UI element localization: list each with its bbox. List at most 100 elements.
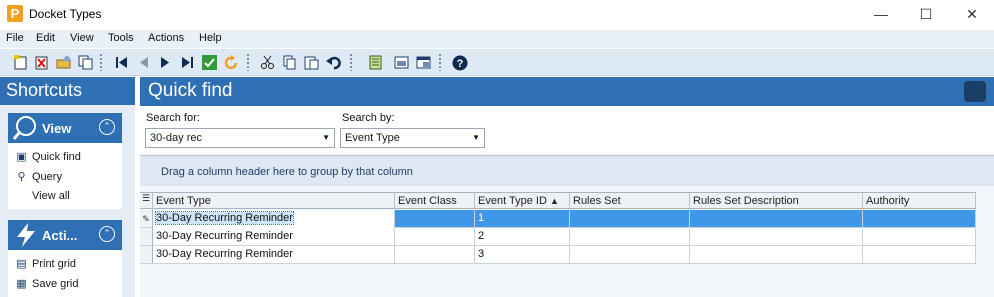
print-preview-icon[interactable] <box>392 53 411 72</box>
menu-view[interactable]: View <box>70 32 94 44</box>
window-title: Docket Types <box>29 7 102 21</box>
title-bar: P Docket Types — ☐ ✕ <box>0 0 994 28</box>
toolbar-separator <box>350 54 352 71</box>
search-area: Search for: 30-day rec ▼ Search by: Even… <box>140 106 994 154</box>
toolbar-separator <box>100 54 102 71</box>
shortcuts-title: Shortcuts <box>0 77 135 105</box>
cell-event-class[interactable] <box>395 210 475 228</box>
app-logo-icon: P <box>7 5 23 22</box>
save-check-icon[interactable] <box>200 53 219 72</box>
results-grid: ☰ Event Type Event Class Event Type ID ▲… <box>140 192 994 297</box>
actions-panel-title: Acti... <box>42 228 78 243</box>
grid-header: ☰ Event Type Event Class Event Type ID ▲… <box>140 192 976 210</box>
collapse-chevron-icon[interactable]: ⌃ <box>99 226 115 242</box>
undo-icon[interactable] <box>324 53 343 72</box>
shortcuts-sidebar: Shortcuts View ⌃ ▣ Quick find ⚲ Query View… <box>0 77 135 297</box>
cell-rules-set-description[interactable] <box>690 246 863 264</box>
cell-rules-set-description[interactable] <box>690 210 863 228</box>
cell-authority[interactable] <box>863 246 976 264</box>
shortcut-print-grid[interactable]: ▤ Print grid <box>14 257 76 273</box>
column-header-event-type[interactable]: Event Type <box>153 193 395 210</box>
last-record-icon[interactable] <box>178 53 197 72</box>
layout-icon[interactable] <box>414 53 433 72</box>
print-grid-icon: ▤ <box>16 258 27 270</box>
toolbar-separator <box>247 54 249 71</box>
column-header-rules-set[interactable]: Rules Set <box>570 193 690 210</box>
view-panel: View ⌃ ▣ Quick find ⚲ Query View all <box>8 113 122 209</box>
binoculars-icon[interactable] <box>964 81 986 102</box>
cell-event-type[interactable]: 30-Day Recurring Reminder <box>153 246 395 264</box>
cell-rules-set[interactable] <box>570 210 690 228</box>
menu-bar: File Edit View Tools Actions Help <box>0 30 994 48</box>
search-by-select[interactable]: Event Type ▼ <box>340 128 485 148</box>
binoculars-icon: ▣ <box>16 151 27 163</box>
open-icon[interactable] <box>54 53 73 72</box>
minimize-button[interactable]: — <box>858 0 904 28</box>
group-hint: Drag a column header here to group by th… <box>161 166 413 178</box>
toolbar-separator <box>439 54 441 71</box>
cell-event-class[interactable] <box>395 246 475 264</box>
menu-tools[interactable]: Tools <box>108 32 134 44</box>
notes-icon[interactable] <box>366 53 385 72</box>
search-icon: ⚲ <box>17 171 26 183</box>
column-header-rules-set-description[interactable]: Rules Set Description <box>690 193 863 210</box>
column-header-authority[interactable]: Authority <box>863 193 976 210</box>
menu-help[interactable]: Help <box>199 32 222 44</box>
maximize-button[interactable]: ☐ <box>903 0 949 28</box>
toolbar: ? <box>0 49 994 76</box>
actions-panel: Acti... ⌃ ▤ Print grid ▦ Save grid <box>8 220 122 297</box>
delete-icon[interactable] <box>32 53 51 72</box>
cell-event-class[interactable] <box>395 228 475 246</box>
search-by-label: Search by: <box>342 112 395 124</box>
cell-event-type[interactable]: 30-Day Recurring Reminder <box>153 210 395 228</box>
table-row[interactable]: 30-Day Recurring Reminder 3 <box>153 246 976 264</box>
paste-icon[interactable] <box>302 53 321 72</box>
cut-icon[interactable] <box>258 53 277 72</box>
cell-event-type-id[interactable]: 1 <box>475 210 570 228</box>
table-row[interactable]: 30-Day Recurring Reminder 1 <box>153 210 976 228</box>
new-icon[interactable] <box>11 53 30 72</box>
column-chooser-icon[interactable]: ☰ <box>140 193 153 210</box>
close-button[interactable]: ✕ <box>949 0 994 28</box>
shortcut-query[interactable]: ⚲ Query <box>14 170 62 186</box>
menu-edit[interactable]: Edit <box>36 32 55 44</box>
cell-event-type-id[interactable]: 2 <box>475 228 570 246</box>
shortcut-view-all[interactable]: View all <box>14 190 70 206</box>
collapse-chevron-icon[interactable]: ⌃ <box>99 119 115 135</box>
menu-actions[interactable]: Actions <box>148 32 184 44</box>
dropdown-arrow-icon[interactable]: ▼ <box>322 133 330 142</box>
next-record-icon[interactable] <box>156 53 175 72</box>
svg-text:?: ? <box>456 58 463 70</box>
table-row[interactable]: 30-Day Recurring Reminder 2 <box>153 228 976 246</box>
copy-record-icon[interactable] <box>76 53 95 72</box>
cell-event-type[interactable]: 30-Day Recurring Reminder <box>153 228 395 246</box>
quick-find-header: Quick find <box>140 77 994 106</box>
view-panel-header[interactable]: View ⌃ <box>8 113 122 143</box>
help-icon[interactable]: ? <box>450 53 469 72</box>
actions-panel-header[interactable]: Acti... ⌃ <box>8 220 122 250</box>
cell-rules-set[interactable] <box>570 246 690 264</box>
sort-ascending-icon: ▲ <box>549 196 559 206</box>
cell-rules-set-description[interactable] <box>690 228 863 246</box>
row-edit-indicator-icon: ✎ <box>140 210 153 228</box>
menu-file[interactable]: File <box>6 32 24 44</box>
cell-authority[interactable] <box>863 210 976 228</box>
search-for-input[interactable]: 30-day rec ▼ <box>145 128 335 148</box>
page-title: Quick find <box>148 80 233 101</box>
column-header-event-class[interactable]: Event Class <box>395 193 475 210</box>
view-panel-title: View <box>42 121 72 136</box>
dropdown-arrow-icon[interactable]: ▼ <box>472 133 480 142</box>
cell-authority[interactable] <box>863 228 976 246</box>
group-by-panel[interactable]: Drag a column header here to group by th… <box>140 155 994 186</box>
cell-rules-set[interactable] <box>570 228 690 246</box>
cell-event-type-id[interactable]: 3 <box>475 246 570 264</box>
shortcut-quick-find[interactable]: ▣ Quick find <box>14 150 81 166</box>
previous-record-icon[interactable] <box>134 53 153 72</box>
shortcut-save-grid[interactable]: ▦ Save grid <box>14 277 78 293</box>
save-grid-icon: ▦ <box>16 278 27 290</box>
refresh-icon[interactable] <box>222 53 241 72</box>
quick-find-pane: Quick find Search for: 30-day rec ▼ Sear… <box>140 77 994 297</box>
column-header-event-type-id[interactable]: Event Type ID ▲ <box>475 193 570 210</box>
copy-icon[interactable] <box>280 53 299 72</box>
first-record-icon[interactable] <box>112 53 131 72</box>
